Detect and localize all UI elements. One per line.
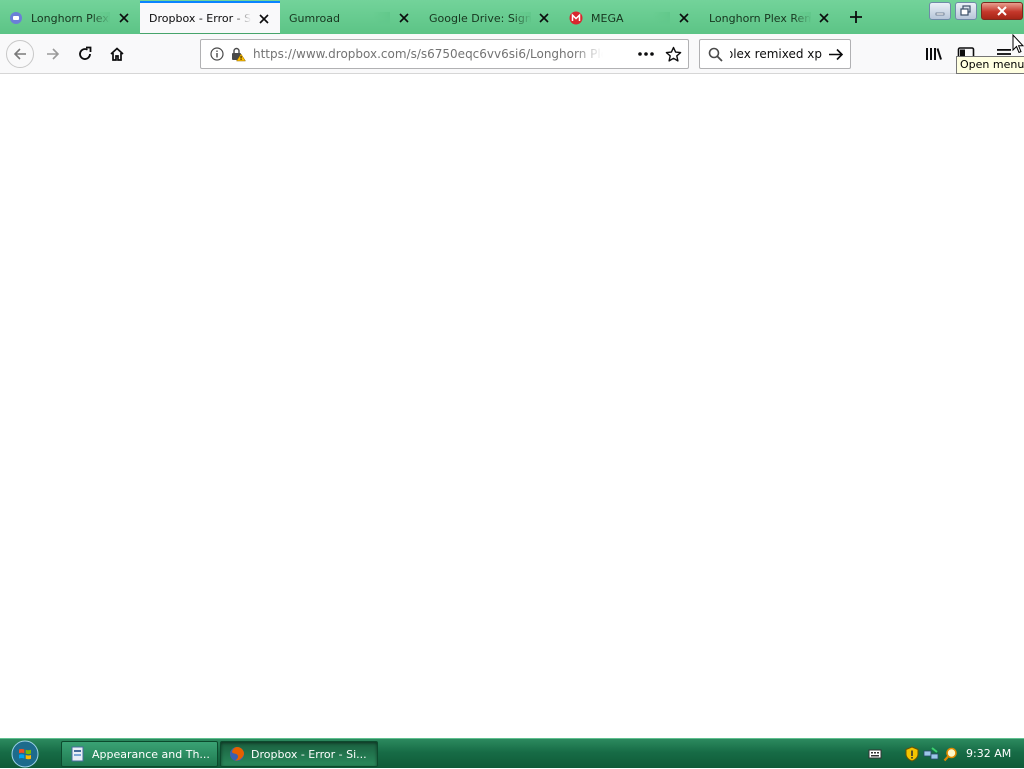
tab-longhorn-plex[interactable]: Longhorn Plex: [0, 2, 140, 34]
close-icon: [997, 6, 1007, 16]
tab-title: Longhorn Plex: [31, 11, 110, 25]
tab-title: Gumroad: [289, 11, 390, 25]
navigation-toolbar: https://www.dropbox.com/s/s6750eqc6vv6si…: [0, 34, 1024, 74]
tab-title: Dropbox - Error - Si: [149, 12, 251, 25]
chat-bubble-icon: [9, 11, 23, 25]
url-text: https://www.dropbox.com/s/s6750eqc6vv6si…: [253, 47, 603, 61]
close-tab-icon[interactable]: [394, 8, 414, 28]
network-icon[interactable]: [922, 745, 940, 763]
plus-icon: [850, 11, 862, 23]
reload-button[interactable]: [71, 40, 99, 68]
search-go-icon[interactable]: [828, 47, 844, 65]
home-icon: [110, 47, 124, 61]
library-button[interactable]: [920, 40, 948, 68]
new-tab-button[interactable]: [843, 5, 869, 29]
tab-dropbox-error[interactable]: Dropbox - Error - Si: [140, 1, 280, 34]
taskbar-item-dropbox-firefox[interactable]: Dropbox - Error - Si...: [220, 741, 378, 767]
open-menu-tooltip: Open menu: [956, 56, 1024, 74]
mouse-pointer-icon: [1012, 33, 1024, 57]
taskbar: Appearance and Th... Dropbox - Error - S…: [0, 738, 1024, 768]
arrow-left-icon: [13, 48, 26, 60]
page-content: [0, 74, 1024, 738]
taskbar-item-appearance[interactable]: Appearance and Th...: [61, 741, 218, 767]
minimize-icon: [935, 12, 945, 16]
firefox-icon: [229, 746, 245, 762]
tab-mega[interactable]: MEGA: [560, 2, 700, 34]
tab-title: MEGA: [591, 11, 670, 25]
tab-longhorn-plex-remixed[interactable]: Longhorn Plex Rem: [700, 2, 840, 34]
search-bar[interactable]: plex remixed xp: [699, 39, 851, 69]
home-button[interactable]: [103, 40, 131, 68]
page-actions-icon[interactable]: [637, 47, 655, 64]
bookmark-star-icon[interactable]: [665, 46, 682, 66]
back-button[interactable]: [6, 40, 34, 68]
start-button[interactable]: [6, 739, 44, 769]
mega-logo-icon: [569, 11, 583, 25]
search-icon: [708, 47, 723, 65]
info-icon[interactable]: [210, 47, 224, 64]
tab-gumroad[interactable]: Gumroad: [280, 2, 420, 34]
restore-button[interactable]: [955, 2, 977, 20]
close-tab-icon[interactable]: [255, 9, 274, 29]
reload-icon: [79, 46, 92, 60]
insecure-lock-icon[interactable]: [230, 46, 246, 65]
minimize-button[interactable]: [929, 2, 951, 20]
forward-button[interactable]: [39, 40, 67, 68]
library-icon: [926, 48, 942, 60]
system-clock[interactable]: 9:32 AM: [966, 747, 1011, 760]
tab-title: Longhorn Plex Rem: [709, 11, 811, 25]
close-tab-icon[interactable]: [674, 8, 694, 28]
tab-title: Google Drive: Sign-: [429, 11, 531, 25]
taskbar-item-label: Appearance and Th...: [92, 747, 210, 761]
tab-google-drive[interactable]: Google Drive: Sign-: [420, 2, 560, 34]
close-tab-icon[interactable]: [535, 8, 554, 28]
keyboard-icon[interactable]: [866, 745, 884, 763]
close-tab-icon[interactable]: [815, 8, 834, 28]
control-panel-icon: [70, 746, 86, 762]
restore-icon: [960, 5, 971, 16]
security-shield-icon[interactable]: [903, 745, 921, 763]
search-input[interactable]: plex remixed xp: [730, 47, 822, 61]
search-tray-icon[interactable]: [941, 745, 959, 763]
url-bar[interactable]: https://www.dropbox.com/s/s6750eqc6vv6si…: [200, 39, 689, 69]
close-window-button[interactable]: [981, 2, 1023, 20]
close-tab-icon[interactable]: [114, 8, 134, 28]
arrow-right-icon: [47, 48, 60, 60]
tab-strip: Longhorn Plex Dropbox - Error - Si Gumro…: [0, 0, 1024, 34]
windows-orb-icon: [11, 740, 39, 768]
taskbar-item-label: Dropbox - Error - Si...: [251, 747, 367, 761]
